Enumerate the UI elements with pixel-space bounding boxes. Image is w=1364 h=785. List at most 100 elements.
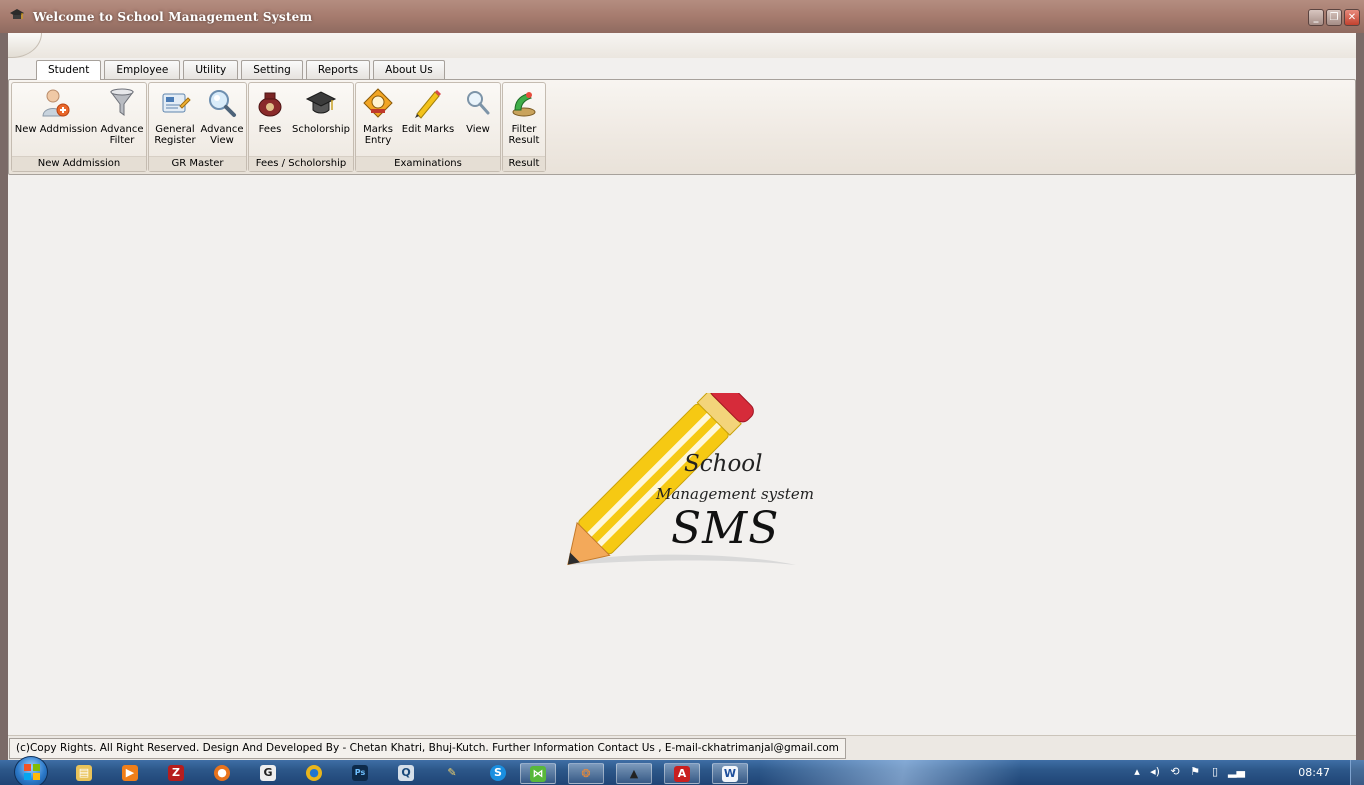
quick-access-bar: [8, 33, 1356, 58]
group-examinations: Marks Entry Edit Marks View Examinations: [355, 82, 501, 172]
media-icon: ❂: [581, 767, 591, 780]
explorer-icon: ▤: [76, 765, 92, 781]
general-register-label: General Register: [154, 124, 196, 146]
paint-icon: ✎: [447, 766, 457, 779]
logo-line-management: Management system: [656, 485, 814, 503]
start-button[interactable]: [14, 756, 48, 785]
application-menu-button[interactable]: [8, 33, 42, 58]
taskbar-photoshop[interactable]: Ps: [342, 763, 378, 784]
logo-line-sms: SMS: [671, 503, 780, 554]
filter-funnel-icon: [110, 88, 134, 116]
view-button[interactable]: View: [458, 86, 498, 135]
chrome-icon: ●: [306, 765, 322, 781]
marks-entry-icon: [363, 88, 393, 118]
view-label: View: [466, 124, 490, 135]
group-fees-scholorship: Fees Scholorship Fees / Scholorship: [248, 82, 354, 172]
tab-setting[interactable]: Setting: [241, 60, 303, 79]
copyright-status-text: (c)Copy Rights. All Right Reserved. Desi…: [9, 738, 846, 759]
advance-filter-label: Advance Filter: [100, 124, 144, 146]
fees-label: Fees: [258, 124, 282, 135]
tab-utility[interactable]: Utility: [183, 60, 239, 79]
volume-icon[interactable]: ◂): [1148, 765, 1162, 779]
advance-view-label: Advance View: [200, 124, 244, 146]
taskbar-quicktime[interactable]: Q: [388, 763, 424, 784]
edit-marks-button[interactable]: Edit Marks: [400, 86, 456, 135]
school-app-icon: ▲: [629, 767, 639, 780]
group-label-new-addmission: New Addmission: [12, 156, 146, 171]
quicktime-icon: Q: [398, 765, 414, 781]
taskbar-firefox[interactable]: ●: [204, 763, 240, 784]
new-addmission-label: New Addmission: [14, 124, 98, 135]
magnifier-view-icon: [209, 90, 236, 117]
group-new-addmission: New Addmission Advance Filter New Addmis…: [11, 82, 147, 172]
taskbar-visual-studio[interactable]: ⋈: [520, 763, 556, 784]
register-edit-icon: [162, 93, 191, 113]
taskbar-acrobat[interactable]: A: [664, 763, 700, 784]
media-player-icon: ▶: [122, 765, 138, 781]
filezilla-icon: Z: [168, 765, 184, 781]
taskbar-glare: [760, 760, 1020, 785]
scholorship-button[interactable]: Scholorship: [289, 86, 353, 135]
group-result: Filter Result Result: [502, 82, 546, 172]
filter-result-label: Filter Result: [508, 124, 540, 146]
signal-icon[interactable]: ▂▄: [1228, 765, 1245, 779]
new-addmission-button[interactable]: New Addmission: [14, 86, 98, 135]
fees-button[interactable]: Fees: [251, 86, 289, 135]
taskbar-skype[interactable]: S: [480, 763, 516, 784]
group-gr-master: General Register Advance View GR Master: [148, 82, 247, 172]
graduation-cap-icon: [305, 91, 337, 114]
filter-result-icon: [512, 92, 536, 117]
taskbar-school-app[interactable]: ▲: [616, 763, 652, 784]
tab-employee[interactable]: Employee: [104, 60, 181, 79]
sms-logo: School Management system SMS: [538, 393, 838, 593]
ribbon-panel: New Addmission Advance Filter New Addmis…: [8, 79, 1356, 175]
system-tray: ▴ ◂) ⟲ ⚑ ▯ ▂▄ 08:47: [1124, 760, 1364, 785]
restore-button[interactable]: ❐: [1326, 9, 1342, 26]
battery-icon[interactable]: ▯: [1208, 765, 1222, 779]
minimize-button[interactable]: _: [1308, 9, 1324, 26]
tab-about-us[interactable]: About Us: [373, 60, 445, 79]
g-app-icon: G: [260, 765, 276, 781]
filter-result-button[interactable]: Filter Result: [505, 86, 543, 146]
group-label-result: Result: [503, 156, 545, 171]
marks-entry-button[interactable]: Marks Entry: [358, 86, 398, 146]
advance-filter-button[interactable]: Advance Filter: [100, 86, 144, 146]
word-icon: W: [722, 766, 738, 782]
clock[interactable]: 08:47: [1298, 766, 1330, 779]
title-bar[interactable]: Welcome to School Management System _ ❐ …: [0, 0, 1364, 33]
ribbon-tabs: Student Employee Utility Setting Reports…: [36, 60, 448, 80]
search-icon: [467, 91, 490, 115]
marks-entry-label: Marks Entry: [363, 124, 393, 146]
tray-expand-icon[interactable]: ▴: [1130, 765, 1144, 779]
close-button[interactable]: ✕: [1344, 9, 1360, 26]
app-window: Student Employee Utility Setting Reports…: [8, 33, 1356, 760]
taskbar-filezilla[interactable]: Z: [158, 763, 194, 784]
taskbar-media[interactable]: ❂: [568, 763, 604, 784]
taskbar-explorer[interactable]: ▤: [66, 763, 102, 784]
tab-reports[interactable]: Reports: [305, 60, 371, 79]
fees-bag-icon: [258, 92, 282, 117]
window-title: Welcome to School Management System: [33, 10, 313, 24]
edit-marks-label: Edit Marks: [401, 124, 455, 135]
taskbar-media-player[interactable]: ▶: [112, 763, 148, 784]
tab-student[interactable]: Student: [36, 60, 102, 80]
photoshop-icon: Ps: [352, 765, 368, 781]
firefox-icon: ●: [214, 765, 230, 781]
taskbar-g-app[interactable]: G: [250, 763, 286, 784]
taskbar-chrome[interactable]: ●: [296, 763, 332, 784]
skype-icon: S: [490, 765, 506, 781]
visual-studio-icon: ⋈: [530, 766, 546, 782]
advance-view-button[interactable]: Advance View: [199, 86, 245, 146]
taskbar-word[interactable]: W: [712, 763, 748, 784]
status-bar: (c)Copy Rights. All Right Reserved. Desi…: [8, 735, 1356, 760]
network-sync-icon[interactable]: ⟲: [1168, 765, 1182, 779]
windows-logo-icon: [24, 764, 40, 780]
action-center-flag-icon[interactable]: ⚑: [1188, 765, 1202, 779]
pencil-edit-icon: [415, 90, 441, 119]
scholorship-label: Scholorship: [292, 124, 350, 135]
general-register-button[interactable]: General Register: [151, 86, 199, 146]
show-desktop-button[interactable]: [1350, 760, 1364, 785]
logo-line-school: School: [684, 451, 763, 477]
graduation-cap-icon: [10, 9, 24, 19]
taskbar-paint[interactable]: ✎: [434, 763, 470, 784]
